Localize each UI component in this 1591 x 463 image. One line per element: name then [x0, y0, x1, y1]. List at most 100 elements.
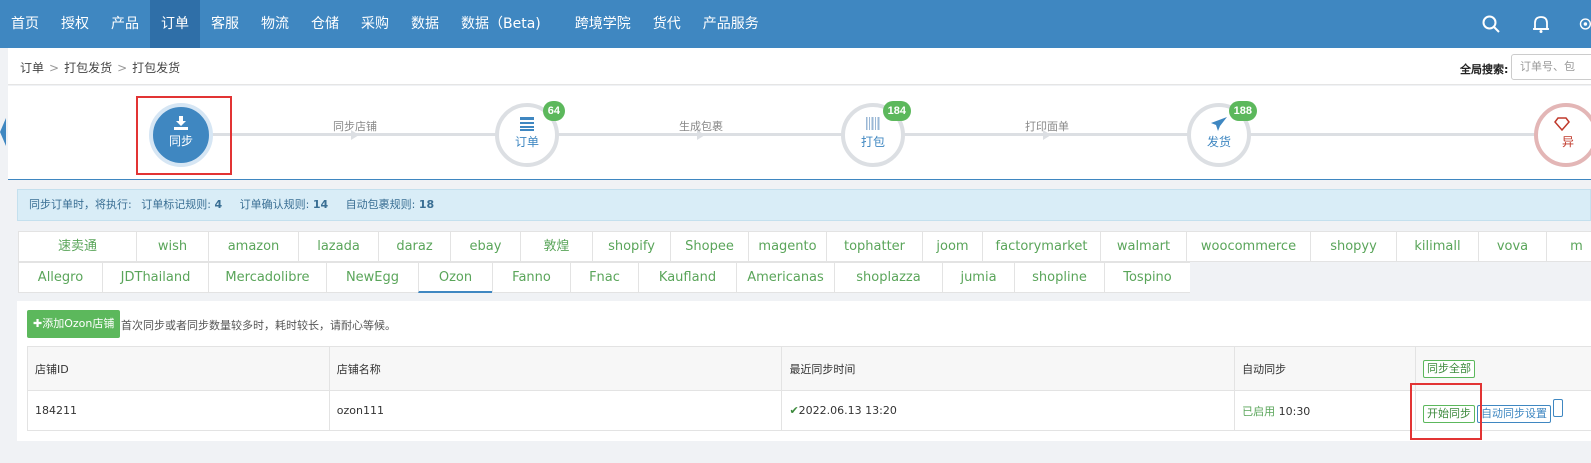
nav-purchase[interactable]: 采购: [350, 0, 400, 48]
count-badge: 188: [1228, 101, 1257, 121]
platform-tab-2[interactable]: amazon: [208, 231, 298, 262]
platform-tab-1[interactable]: JDThailand: [102, 262, 208, 293]
add-store-button[interactable]: ✚添加Ozon店铺: [27, 310, 121, 338]
store-table: 店铺ID 店铺名称 最近同步时间 自动同步 同步全部 184211 ozon11…: [27, 346, 1591, 431]
step-label: 订单: [514, 135, 539, 149]
platform-tab-10[interactable]: tophatter: [826, 231, 922, 262]
step-ship[interactable]: 发货 188: [1187, 101, 1257, 167]
platform-tab-7[interactable]: Kaufland: [638, 262, 736, 293]
platform-tab-4[interactable]: daraz: [378, 231, 450, 262]
auto-sync-settings-button[interactable]: 自动同步设置: [1476, 404, 1551, 423]
platform-tab-5[interactable]: Fanno: [492, 262, 570, 293]
column-header: 最近同步时间: [781, 346, 1236, 391]
last-sync-cell: ✔2022.06.13 13:20: [781, 390, 1236, 431]
platform-tab-12[interactable]: Tospino: [1104, 262, 1190, 293]
arrow-right-icon: [1043, 130, 1051, 140]
nav-data-beta[interactable]: 数据（Beta): [450, 0, 552, 48]
platform-tabs: 速卖通 wish amazon lazada daraz ebay 敦煌 shopify Sho…: [18, 231, 1591, 293]
nav-orders[interactable]: 订单: [150, 0, 200, 48]
paper-plane-icon: [1211, 117, 1227, 131]
platform-tab-11[interactable]: shopline: [1014, 262, 1104, 293]
rule-label[interactable]: 自动包裹规则:: [346, 198, 416, 211]
more-button[interactable]: [1552, 398, 1563, 417]
platform-tab-7[interactable]: shopify: [592, 231, 670, 262]
plus-icon: ✚: [33, 317, 43, 330]
rules-prefix: 同步订单时，将执行:: [29, 198, 132, 211]
platform-tab-6[interactable]: Fnac: [570, 262, 638, 293]
nav-logistics[interactable]: 物流: [250, 0, 300, 48]
platform-tab-1[interactable]: wish: [136, 231, 208, 262]
last-sync-time: 2022.06.13 13:20: [798, 404, 897, 417]
nav-home[interactable]: 首页: [0, 0, 50, 48]
nav-academy[interactable]: 跨境学院: [564, 0, 642, 48]
auto-sync-status: 已启用: [1242, 404, 1276, 418]
check-icon: ✔: [789, 404, 799, 417]
auto-sync-time: 10:30: [1278, 404, 1311, 418]
platform-tab-11[interactable]: joom: [922, 231, 982, 262]
sidebar-toggle[interactable]: [0, 118, 6, 146]
platform-tab-18[interactable]: m: [1546, 231, 1591, 262]
rule-count: 14: [312, 198, 329, 211]
platform-tab-9[interactable]: magento: [748, 231, 826, 262]
global-search-input[interactable]: 订单号、包: [1511, 54, 1591, 80]
platform-tab-3[interactable]: lazada: [298, 231, 378, 262]
platform-tab-2[interactable]: Mercadolibre: [208, 262, 326, 293]
step-label: 打包: [860, 135, 885, 149]
count-badge: 64: [542, 101, 565, 121]
platform-tab-8[interactable]: Americanas: [736, 262, 834, 293]
platform-tab-9[interactable]: shoplazza: [834, 262, 942, 293]
breadcrumb-separator: >: [117, 61, 128, 75]
platform-tab-0[interactable]: Allegro: [18, 262, 102, 293]
rule-count: 18: [418, 198, 435, 211]
nav-customer-service[interactable]: 客服: [200, 0, 250, 48]
step-pack[interactable]: 打包 184: [841, 101, 911, 167]
sync-all-button[interactable]: 同步全部: [1422, 359, 1475, 378]
column-header: 自动同步: [1234, 346, 1416, 391]
highlight-box: [136, 96, 232, 175]
platform-tab-12[interactable]: factorymarket: [982, 231, 1100, 262]
step-exception[interactable]: 异: [1534, 103, 1591, 167]
platform-tab-17[interactable]: vova: [1478, 231, 1546, 262]
store-name-cell: ozon111: [328, 390, 783, 431]
nav-warehouse[interactable]: 仓储: [300, 0, 350, 48]
nav-forwarder[interactable]: 货代: [642, 0, 692, 48]
platform-tab-14[interactable]: woocommerce: [1186, 231, 1310, 262]
platform-tab-4[interactable]: Ozon: [418, 262, 492, 293]
platform-tab-5[interactable]: ebay: [450, 231, 520, 262]
table-header-row: 店铺ID 店铺名称 最近同步时间 自动同步 同步全部: [27, 346, 1591, 391]
platform-row: Allegro JDThailand Mercadolibre NewEgg Ozon F…: [18, 262, 1190, 293]
breadcrumb-separator: >: [49, 61, 60, 75]
search-icon[interactable]: [1481, 14, 1501, 34]
nav-auth[interactable]: 授权: [50, 0, 100, 48]
platform-tab-15[interactable]: shopyy: [1310, 231, 1396, 262]
nav-data[interactable]: 数据: [400, 0, 450, 48]
platform-row: 速卖通 wish amazon lazada daraz ebay 敦煌 shopify Sho…: [18, 231, 1591, 262]
platform-tab-13[interactable]: walmart: [1100, 231, 1186, 262]
global-search-label: 全局搜索:: [1460, 63, 1509, 76]
platform-tab-3[interactable]: NewEgg: [326, 262, 418, 293]
step-label: 发货: [1206, 135, 1231, 149]
bell-icon[interactable]: [1531, 14, 1551, 34]
platform-tab-6[interactable]: 敦煌: [520, 231, 592, 262]
auto-sync-cell: 已启用 10:30: [1234, 390, 1416, 431]
platform-tab-0[interactable]: 速卖通: [18, 231, 136, 262]
step-orders[interactable]: 订单 64: [495, 101, 565, 167]
column-header: 店铺名称: [328, 346, 783, 391]
platform-tab-8[interactable]: Shopee: [670, 231, 748, 262]
breadcrumb-item-current: 打包发货: [132, 61, 181, 75]
breadcrumb-item[interactable]: 订单: [20, 61, 44, 75]
gear-icon[interactable]: [1577, 14, 1591, 34]
table-row: 184211 ozon111 ✔2022.06.13 13:20 已启用 10:…: [27, 390, 1591, 431]
rule-label[interactable]: 订单标记规则:: [141, 198, 211, 211]
nav-product-services[interactable]: 产品服务: [692, 0, 770, 48]
platform-tab-16[interactable]: kilimall: [1396, 231, 1478, 262]
workflow-steps: 同步店铺 生成包裹 打印面单 同步 订单 64 打包 184 发货 188 异: [8, 86, 1591, 180]
nav-products[interactable]: 产品: [100, 0, 150, 48]
platform-tab-10[interactable]: jumia: [942, 262, 1014, 293]
top-nav: 首页 授权 产品 订单 客服 物流 仓储 采购 数据 数据（Beta) 跨境学院…: [0, 0, 1591, 48]
rule-label[interactable]: 订单确认规则:: [240, 198, 310, 211]
sync-hint: 首次同步或者同步数量较多时，耗时较长，请耐心等候。: [121, 319, 396, 332]
barcode-icon: [866, 117, 880, 130]
breadcrumb-item[interactable]: 打包发货: [64, 61, 112, 75]
breadcrumb-bar: 订单 > 打包发货 > 打包发货 全局搜索: 订单号、包: [8, 48, 1591, 85]
